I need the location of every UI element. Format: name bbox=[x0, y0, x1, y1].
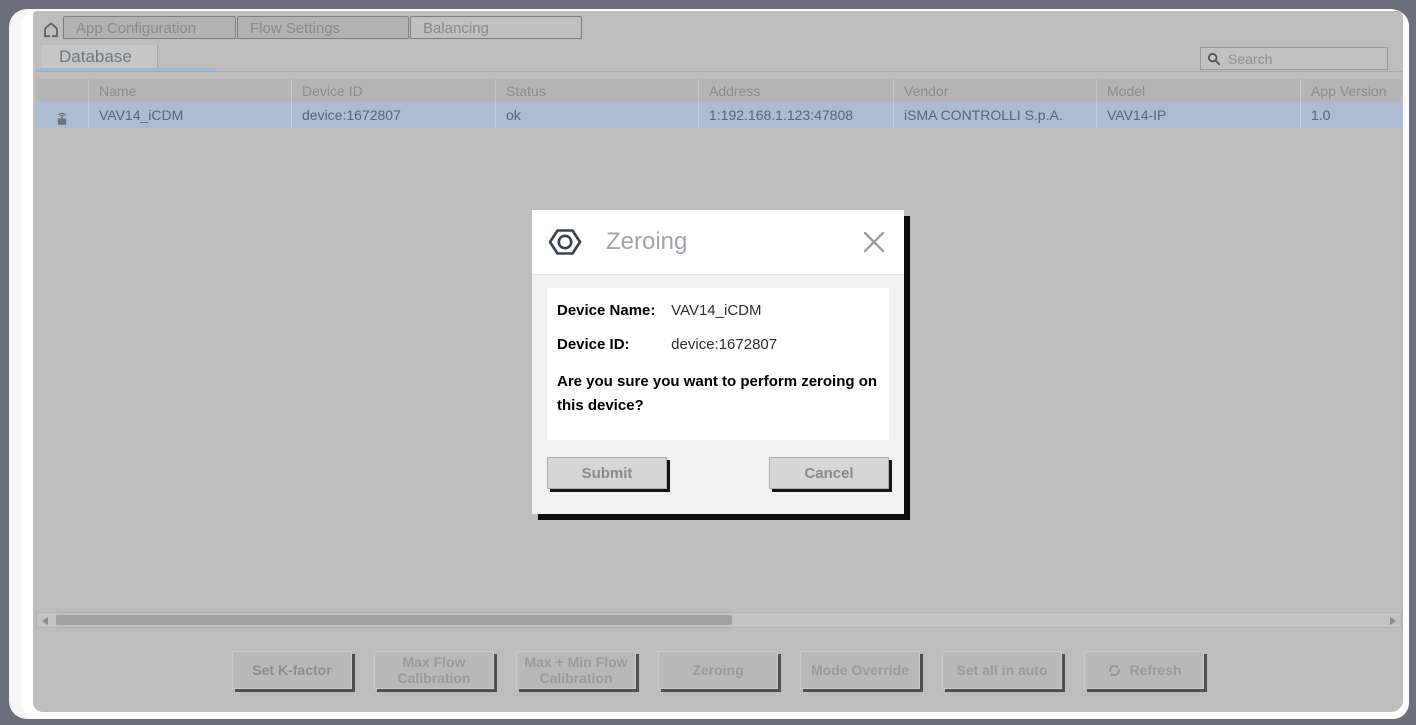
max-min-flow-calibration-button[interactable]: Max + Min Flow Calibration bbox=[516, 651, 636, 689]
cell-name: VAV14_iCDM bbox=[88, 102, 291, 128]
confirmation-question: Are you sure you want to perform zeroing… bbox=[557, 370, 879, 418]
zeroing-button[interactable]: Zeroing bbox=[658, 651, 778, 689]
scroll-right-arrow[interactable] bbox=[1390, 617, 1396, 625]
dialog-content: Device Name: VAV14_iCDM Device ID: devic… bbox=[547, 288, 889, 440]
column-header-status[interactable]: Status bbox=[495, 79, 698, 102]
home-icon[interactable] bbox=[41, 20, 61, 40]
column-header-name[interactable]: Name bbox=[88, 79, 291, 102]
max-flow-calibration-button[interactable]: Max Flow Calibration bbox=[374, 651, 494, 689]
device-id-label: Device ID: bbox=[557, 336, 667, 353]
cell-app-version: 1.0 bbox=[1300, 102, 1402, 128]
cell-device-id: device:1672807 bbox=[291, 102, 495, 128]
refresh-button[interactable]: Refresh bbox=[1084, 651, 1204, 689]
cell-model: VAV14-IP bbox=[1096, 102, 1300, 128]
table-row[interactable]: VAV14_iCDM device:1672807 ok 1:192.168.1… bbox=[36, 102, 1402, 128]
max-min-flow-calibration-label: Max + Min Flow Calibration bbox=[517, 654, 635, 686]
set-all-in-auto-label: Set all in auto bbox=[956, 662, 1047, 678]
set-all-in-auto-button[interactable]: Set all in auto bbox=[942, 651, 1062, 689]
device-id-row: Device ID: device:1672807 bbox=[557, 336, 879, 353]
mode-override-label: Mode Override bbox=[811, 662, 909, 678]
dialog-title: Zeroing bbox=[606, 228, 687, 256]
table-header: Name Device ID Status Address Vendor Mod… bbox=[36, 79, 1402, 102]
device-name-value: VAV14_iCDM bbox=[671, 302, 761, 319]
app-window: App Configuration Flow Settings Balancin… bbox=[33, 11, 1403, 712]
cell-vendor: iSMA CONTROLLI S.p.A. bbox=[893, 102, 1096, 128]
cell-address: 1:192.168.1.123:47808 bbox=[698, 102, 893, 128]
set-k-factor-label: Set K-factor bbox=[252, 662, 331, 678]
subtab-divider bbox=[36, 71, 1402, 72]
refresh-label: Refresh bbox=[1129, 662, 1181, 678]
column-header-address[interactable]: Address bbox=[698, 79, 893, 102]
cancel-button[interactable]: Cancel bbox=[769, 457, 889, 489]
mode-override-button[interactable]: Mode Override bbox=[800, 651, 920, 689]
device-id-value: device:1672807 bbox=[671, 336, 777, 353]
close-icon[interactable] bbox=[860, 228, 888, 256]
device-icon bbox=[53, 109, 71, 127]
dialog-header: Zeroing bbox=[532, 210, 904, 275]
nut-icon bbox=[546, 226, 584, 258]
search-icon bbox=[1207, 52, 1221, 66]
search-input[interactable] bbox=[1226, 50, 1381, 68]
device-name-row: Device Name: VAV14_iCDM bbox=[557, 302, 879, 319]
column-header-model[interactable]: Model bbox=[1096, 79, 1300, 102]
scrollbar-thumb[interactable] bbox=[56, 615, 732, 625]
tab-flow-settings[interactable]: Flow Settings bbox=[237, 16, 409, 39]
column-header-device-id[interactable]: Device ID bbox=[291, 79, 495, 102]
scroll-left-arrow[interactable] bbox=[42, 617, 48, 625]
zeroing-label: Zeroing bbox=[692, 662, 743, 678]
tab-database[interactable]: Database bbox=[41, 45, 158, 68]
refresh-icon bbox=[1106, 662, 1123, 679]
submit-button[interactable]: Submit bbox=[547, 457, 667, 489]
icon-column-header bbox=[36, 79, 88, 102]
search-box[interactable] bbox=[1200, 47, 1388, 70]
tab-balancing[interactable]: Balancing bbox=[410, 16, 582, 39]
horizontal-scrollbar[interactable] bbox=[36, 612, 1402, 628]
column-header-vendor[interactable]: Vendor bbox=[893, 79, 1096, 102]
cell-status: ok bbox=[495, 102, 698, 128]
max-flow-calibration-label: Max Flow Calibration bbox=[375, 654, 493, 686]
device-icon-cell bbox=[36, 102, 88, 128]
set-k-factor-button[interactable]: Set K-factor bbox=[232, 651, 352, 689]
device-name-label: Device Name: bbox=[557, 302, 667, 319]
column-header-app-version[interactable]: App Version bbox=[1300, 79, 1402, 102]
tab-app-configuration[interactable]: App Configuration bbox=[63, 16, 236, 39]
zeroing-dialog: Zeroing Device Name: VAV14_iCDM Device I… bbox=[532, 210, 904, 514]
